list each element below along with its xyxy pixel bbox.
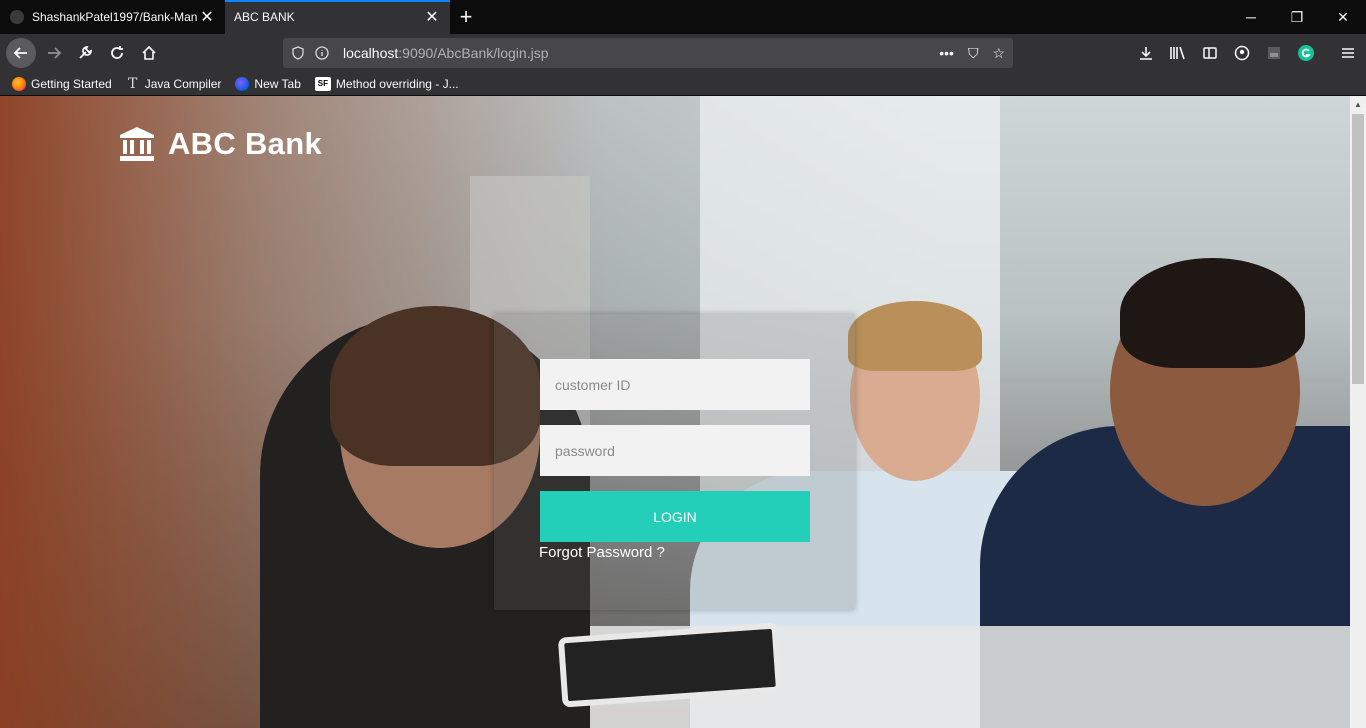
nav-toolbar: localhost:9090/AbcBank/login.jsp ••• ⛉ ☆ [0,34,1366,72]
sidebar-button[interactable] [1196,39,1224,67]
page-viewport: ABC Bank LOGIN Forgot Password ? [0,96,1350,728]
reload-icon [111,46,123,59]
bookmarks-toolbar: Getting Started T Java Compiler New Tab … [0,72,1366,96]
brand-name: ABC Bank [168,126,322,161]
close-window-button[interactable]: ✕ [1320,0,1366,34]
tab-abc-bank[interactable]: ABC BANK ✕ [225,0,450,34]
sidebar-icon [1203,47,1217,59]
page-scrollbar[interactable]: ▲ [1350,96,1366,728]
grammarly-icon [1298,45,1314,61]
background-person-middle-hair [848,301,982,371]
tools-button[interactable] [71,39,99,67]
forgot-password-link[interactable]: Forgot Password ? [539,544,665,561]
new-tab-button[interactable]: + [452,4,480,30]
bookmark-getting-started[interactable]: Getting Started [12,76,112,91]
brand-logo[interactable]: ABC Bank [118,126,322,162]
info-icon[interactable] [313,44,331,62]
password-input[interactable] [540,425,810,476]
back-button[interactable] [6,38,36,68]
bookmark-java-compiler[interactable]: T Java Compiler [126,75,222,92]
menu-button[interactable] [1334,39,1362,67]
home-button[interactable] [135,39,163,67]
login-button[interactable]: LOGIN [540,491,810,542]
url-actions: ••• ⛉ ☆ [939,38,1005,68]
shield-icon[interactable] [289,44,307,62]
customer-id-input[interactable] [540,359,810,410]
arrow-right-icon [48,47,62,59]
bookmark-method-overriding[interactable]: SF Method overriding - J... [314,76,459,91]
wrench-icon [79,46,92,59]
extension-icon [1268,47,1280,59]
firefox-nightly-icon [235,76,250,91]
sf-icon: SF [314,76,331,91]
grammarly-button[interactable] [1292,39,1320,67]
bookmark-label: New Tab [254,76,301,91]
home-icon [142,45,156,60]
url-text: localhost:9090/AbcBank/login.jsp [343,45,548,61]
bank-icon [120,127,154,161]
text-icon: T [128,75,138,92]
close-tab-icon[interactable]: ✕ [197,7,217,27]
account-icon [1234,45,1250,61]
close-tab-icon[interactable]: ✕ [422,7,442,27]
scroll-thumb[interactable] [1352,114,1364,384]
bookmark-label: Java Compiler [144,76,222,91]
address-bar[interactable]: localhost:9090/AbcBank/login.jsp ••• ⛉ ☆ [283,38,1013,68]
forward-button[interactable] [40,39,68,67]
library-button[interactable] [1164,39,1192,67]
bookmark-new-tab[interactable]: New Tab [235,76,301,91]
url-host: localhost [343,45,399,61]
library-icon [1170,46,1185,60]
tab-github[interactable]: ShashankPatel1997/Bank-Mana ✕ [0,0,225,34]
bookmark-label: Getting Started [31,76,112,91]
url-path: :9090/AbcBank/login.jsp [398,45,549,61]
bookmark-label: Method overriding - J... [335,76,459,91]
minimize-button[interactable]: ─ [1228,0,1274,34]
tab-strip: ShashankPatel1997/Bank-Mana ✕ ABC BANK ✕… [0,0,1366,34]
github-icon [10,10,24,24]
page-actions-icon[interactable]: ••• [939,45,954,61]
background-person-right-hair [1120,258,1305,368]
login-form: LOGIN Forgot Password ? [494,314,855,610]
arrow-left-icon [13,47,27,59]
download-icon [1140,47,1152,60]
scroll-up-arrow-icon[interactable]: ▲ [1350,96,1366,112]
firefox-icon [12,76,26,91]
account-button[interactable] [1228,39,1256,67]
bookmark-star-icon[interactable]: ☆ [992,45,1005,62]
tab-title: ABC BANK [234,10,295,24]
tab-title: ShashankPatel1997/Bank-Mana [32,10,197,24]
extension-button[interactable] [1260,39,1288,67]
reload-button[interactable] [103,39,131,67]
pocket-icon[interactable]: ⛉ [968,45,979,62]
restore-button[interactable]: ❐ [1274,0,1320,34]
hamburger-icon [1342,48,1354,58]
downloads-button[interactable] [1132,39,1160,67]
